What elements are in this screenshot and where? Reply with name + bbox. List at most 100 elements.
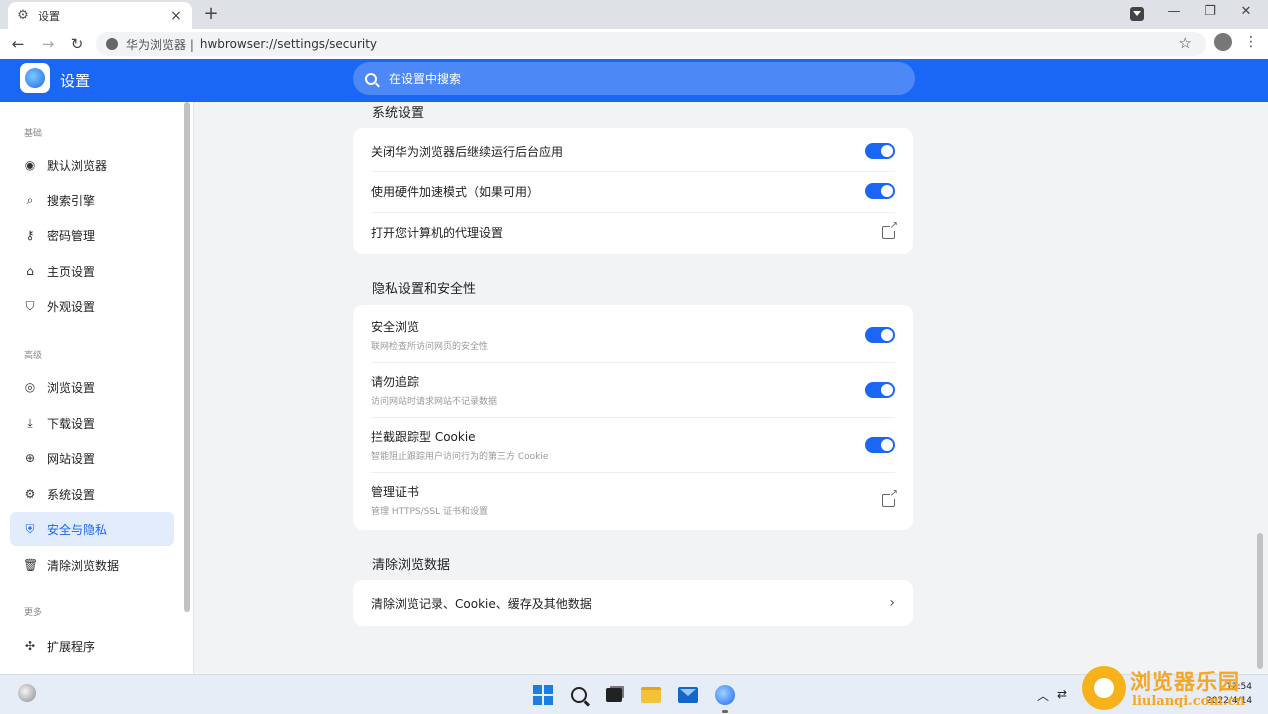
watermark-text: 浏览器乐园	[1130, 670, 1240, 694]
setting-title: 使用硬件加速模式（如果可用）	[371, 184, 540, 199]
profile-avatar-icon[interactable]	[1214, 33, 1232, 51]
sidebar-item-security-privacy[interactable]: ⛨ 安全与隐私	[10, 512, 174, 546]
sidebar-item-label: 默认浏览器	[47, 158, 108, 173]
browser-logo-icon	[20, 63, 50, 93]
watermark-logo-icon	[1082, 666, 1126, 710]
setting-row-block-tracking-cookies[interactable]: 拦截跟踪型 Cookie 智能阻止跟踪用户访问行为的第三方 Cookie	[371, 428, 895, 462]
page-title: 设置	[60, 72, 91, 90]
minimize-button[interactable]: —	[1162, 4, 1186, 24]
do-not-track-toggle[interactable]	[865, 382, 895, 398]
sidebar-item-system[interactable]: ⚙ 系统设置	[10, 477, 174, 511]
section-title-clear-data: 清除浏览数据	[372, 558, 451, 573]
setting-row-background-apps[interactable]: 关闭华为浏览器后继续运行后台应用	[371, 140, 895, 162]
window-close-button[interactable]: ✕	[1234, 4, 1258, 24]
setting-row-hardware-acceleration[interactable]: 使用硬件加速模式（如果可用）	[371, 180, 895, 202]
back-button[interactable]: ←	[7, 33, 29, 55]
search-input[interactable]	[389, 71, 869, 86]
watermark: 浏览器乐园 liulanqi.com.cn	[1080, 664, 1268, 714]
external-link-icon[interactable]	[882, 220, 898, 239]
external-link-icon[interactable]	[882, 488, 898, 507]
settings-header: 设置	[0, 59, 1268, 102]
network-icon[interactable]: ⇄	[1057, 687, 1067, 701]
setting-title: 关闭华为浏览器后继续运行后台应用	[371, 144, 564, 159]
sidebar-item-label: 下载设置	[47, 416, 96, 431]
setting-title: 安全浏览	[371, 320, 420, 334]
sidebar-item-site-settings[interactable]: ⊕ 网站设置	[10, 441, 174, 475]
tray-expand-icon[interactable]: ︿	[1037, 687, 1049, 704]
search-icon	[365, 72, 377, 85]
bookmark-star-icon[interactable]: ☆	[1179, 34, 1192, 52]
setting-row-manage-certificates[interactable]: 管理证书 管理 HTTPS/SSL 证书和设置	[371, 483, 898, 517]
sidebar-item-downloads[interactable]: ⤓ 下载设置	[10, 406, 174, 440]
address-bar[interactable]: 华为浏览器 | hwbrowser://settings/security ☆	[96, 32, 1206, 56]
setting-row-proxy[interactable]: 打开您计算机的代理设置	[371, 220, 898, 243]
file-explorer-button[interactable]	[640, 684, 662, 706]
sidebar-item-label: 网站设置	[47, 451, 96, 466]
setting-row-clear-browsing-data[interactable]: 清除浏览记录、Cookie、缓存及其他数据 ›	[371, 592, 895, 614]
sidebar-item-passwords[interactable]: ⚷ 密码管理	[10, 218, 174, 252]
sidebar-item-label: 扩展程序	[47, 639, 96, 654]
setting-row-do-not-track[interactable]: 请勿追踪 访问网站时请求网站不记录数据	[371, 373, 895, 407]
sidebar-item-appearance[interactable]: ⛉ 外观设置	[10, 289, 174, 323]
main-scrollbar[interactable]	[1257, 533, 1263, 669]
card-clear-data: 清除浏览记录、Cookie、缓存及其他数据 ›	[353, 580, 913, 626]
setting-row-safe-browsing[interactable]: 安全浏览 联网检查所访问网页的安全性	[371, 318, 895, 352]
safe-browsing-toggle[interactable]	[865, 327, 895, 343]
tab-settings[interactable]: ⚙ 设置 ×	[8, 2, 192, 29]
setting-title: 请勿追踪	[371, 375, 420, 389]
sidebar-item-clear-data[interactable]: 🗑 清除浏览数据	[10, 548, 174, 582]
browser-toolbar: ← → ↻ 华为浏览器 | hwbrowser://settings/secur…	[0, 29, 1268, 59]
setting-description: 联网检查所访问网页的安全性	[371, 342, 489, 352]
search-icon	[571, 687, 587, 703]
active-app-indicator	[722, 710, 728, 713]
task-view-icon	[606, 688, 622, 702]
key-icon: ⚷	[25, 228, 35, 242]
mail-button[interactable]	[677, 684, 699, 706]
start-button[interactable]	[532, 684, 554, 706]
setting-description: 访问网站时请求网站不记录数据	[371, 397, 498, 407]
card-privacy: 安全浏览 联网检查所访问网页的安全性 请勿追踪 访问网站时请求网站不记录数据 拦…	[353, 305, 913, 530]
tab-close-button[interactable]: ×	[168, 8, 184, 24]
taskbar-search-button[interactable]	[568, 684, 590, 706]
sidebar-item-label: 密码管理	[47, 228, 96, 243]
maximize-button[interactable]: ❐	[1198, 4, 1222, 24]
folder-icon	[641, 687, 661, 703]
forward-button[interactable]: →	[37, 33, 59, 55]
section-title-system: 系统设置	[372, 106, 425, 121]
sidebar-item-default-browser[interactable]: ◉ 默认浏览器	[10, 148, 174, 182]
hardware-acceleration-toggle[interactable]	[865, 183, 895, 199]
browser-taskbar-button[interactable]	[714, 684, 736, 706]
taskbar: ︿ ⇄ 12:54 2022/4/14	[0, 674, 1268, 714]
gear-icon: ⚙	[17, 7, 29, 23]
tab-search-icon[interactable]	[1130, 7, 1144, 21]
download-icon: ⤓	[27, 416, 33, 430]
widgets-icon[interactable]	[18, 684, 36, 702]
trash-icon: 🗑	[23, 558, 39, 572]
sidebar-item-label: 搜索引擎	[47, 193, 96, 208]
background-apps-toggle[interactable]	[865, 143, 895, 159]
sidebar-item-search-engine[interactable]: ⌕ 搜索引擎	[10, 183, 174, 217]
new-tab-button[interactable]: +	[200, 4, 222, 26]
sidebar-item-label: 清除浏览数据	[47, 558, 120, 573]
settings-search[interactable]	[353, 62, 915, 95]
browser-icon	[715, 685, 735, 705]
sidebar-scrollbar[interactable]	[184, 102, 190, 612]
menu-button[interactable]: ⋮	[1244, 34, 1258, 50]
url-text[interactable]: hwbrowser://settings/security	[200, 37, 377, 51]
mail-icon	[678, 687, 698, 703]
card-system: 关闭华为浏览器后继续运行后台应用 使用硬件加速模式（如果可用） 打开您计算机的代…	[353, 128, 913, 254]
sidebar-item-extensions[interactable]: ✣ 扩展程序	[10, 629, 174, 663]
sidebar-item-label: 外观设置	[47, 299, 96, 314]
sidebar-item-homepage[interactable]: ⌂ 主页设置	[10, 254, 174, 288]
setting-title: 拦截跟踪型 Cookie	[371, 430, 476, 444]
chevron-right-icon[interactable]: ›	[889, 595, 895, 611]
sidebar-item-label: 安全与隐私	[47, 522, 108, 537]
task-view-button[interactable]	[603, 684, 625, 706]
paint-roller-icon: ⛉	[25, 299, 35, 313]
reload-button[interactable]: ↻	[66, 33, 88, 55]
site-info-icon[interactable]	[106, 38, 118, 50]
block-tracking-cookies-toggle[interactable]	[865, 437, 895, 453]
setting-description: 智能阻止跟踪用户访问行为的第三方 Cookie	[371, 452, 549, 462]
sidebar-item-browsing[interactable]: ◎ 浏览设置	[10, 370, 174, 404]
url-prefix: 华为浏览器 |	[126, 37, 194, 52]
